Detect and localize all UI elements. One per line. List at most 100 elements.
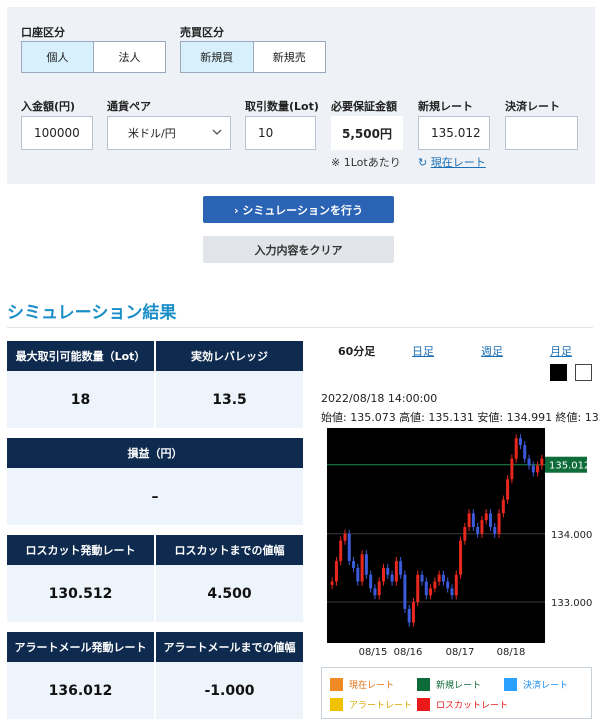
deposit-input[interactable]: 100000 (21, 116, 93, 150)
candle-body (454, 574, 458, 596)
candle-body (493, 526, 497, 534)
candle-body (339, 540, 343, 562)
pnl-header: 損益（円） (7, 438, 303, 468)
alert-rate-header: アラートメール発動レート (7, 632, 154, 662)
account-type-label: 口座区分 (21, 26, 65, 39)
settle-rate-input[interactable] (505, 116, 578, 150)
chart-timestamp: 2022/08/18 14:00:00 (321, 392, 438, 405)
candle-body (489, 513, 492, 527)
candle-body (480, 520, 484, 534)
x-tick-label: 08/18 (497, 647, 526, 658)
new-rate-input[interactable]: 135.012 (418, 116, 490, 150)
tab-monthly[interactable]: 月足 (550, 343, 572, 359)
account-corporate-option[interactable]: 法人 (93, 42, 165, 72)
candle-body (531, 465, 535, 473)
x-tick-label: 08/15 (359, 647, 388, 658)
max-lot-header: 最大取引可能数量（Lot） (7, 341, 154, 371)
lot-quantity-input[interactable]: 10 (245, 116, 316, 150)
currency-pair-value: 米ドル/円 (128, 127, 176, 140)
legend-swatch (417, 698, 430, 711)
candle-body (360, 554, 364, 582)
trade-new-buy-option[interactable]: 新規買 (181, 42, 253, 72)
required-margin-label: 必要保証金額 (331, 100, 397, 113)
candle-body (407, 608, 411, 623)
candle-body (518, 438, 522, 446)
legend-new-rate: 新規レート (417, 678, 481, 691)
candle-body (377, 581, 381, 596)
candle-body (467, 513, 471, 527)
candle-body (356, 567, 360, 582)
y-tick-label: 134.000 (551, 530, 592, 541)
legend-swatch (330, 698, 343, 711)
chart-legend: 現在レート 新規レート 決済レート アラートレート ロスカットレート (321, 667, 592, 719)
candle-body (403, 574, 407, 609)
chart-ohlc: 始値: 135.073 高値: 135.131 安値: 134.991 終値: … (321, 411, 600, 424)
x-tick-label: 08/17 (446, 647, 475, 658)
candle-body (433, 581, 437, 589)
trade-type-toggle: 新規買 新規売 (180, 41, 326, 73)
tab-weekly[interactable]: 週足 (481, 343, 503, 359)
alert-width-header: アラートメールまでの値幅 (156, 632, 303, 662)
candle-body (523, 445, 527, 459)
legend-current-rate: 現在レート (330, 678, 394, 691)
legend-losscut-rate: ロスカットレート (417, 698, 508, 711)
legend-alert-rate: アラートレート (330, 698, 412, 711)
currency-pair-select[interactable]: 米ドル/円 (107, 116, 231, 150)
alert-width-value: -1.000 (156, 662, 303, 719)
tab-60min[interactable]: 60分足 (338, 343, 375, 359)
required-margin-value: 5,500円 (331, 116, 403, 150)
candle-body (540, 458, 544, 466)
pnl-value: – (7, 468, 303, 525)
results-title: シミュレーション結果 (7, 303, 177, 323)
candle-body (510, 458, 514, 480)
candle-body (352, 561, 356, 568)
trade-new-sell-option[interactable]: 新規売 (252, 42, 326, 72)
losscut-width-header: ロスカットまでの値幅 (156, 535, 303, 565)
chevron-down-icon (212, 127, 222, 140)
input-panel (7, 7, 595, 184)
current-rate-label: 135.012 (549, 461, 590, 472)
candle-body (390, 574, 394, 582)
candle-body (334, 561, 338, 582)
candle-body (382, 567, 385, 582)
candle-body (420, 574, 424, 582)
candle-body (506, 479, 510, 500)
deposit-label: 入金額(円) (21, 100, 76, 113)
candle-body (330, 581, 334, 585)
account-individual-option[interactable]: 個人 (22, 42, 93, 72)
simulate-button[interactable]: › シミュレーションを行う (203, 196, 394, 223)
candle-body (411, 602, 415, 623)
candle-body (343, 533, 347, 541)
trade-type-label: 売買区分 (180, 26, 224, 39)
clear-button[interactable]: 入力内容をクリア (203, 236, 394, 263)
light-theme-button[interactable] (575, 364, 592, 381)
alert-rate-value: 136.012 (7, 662, 154, 719)
tab-daily[interactable]: 日足 (412, 343, 434, 359)
candle-body (429, 588, 433, 596)
legend-settle-rate: 決済レート (504, 678, 568, 691)
candle-body (441, 574, 445, 582)
candle-body (373, 588, 377, 596)
legend-swatch (330, 678, 343, 691)
candle-body (501, 499, 505, 514)
candle-body (514, 438, 518, 459)
candle-body (399, 561, 403, 575)
candle-body (471, 513, 475, 527)
dark-theme-button[interactable] (550, 364, 567, 381)
candle-body (459, 540, 463, 575)
legend-swatch (504, 678, 517, 691)
candle-body (536, 465, 540, 473)
settle-rate-label: 決済レート (505, 100, 560, 113)
per-lot-note: ※ 1Lotあたり (331, 156, 401, 169)
y-tick-label: 133.000 (551, 598, 592, 609)
candle-body (416, 574, 420, 603)
current-rate-link[interactable]: ↻ 現在レート (418, 154, 486, 170)
losscut-width-value: 4.500 (156, 565, 303, 622)
candle-body (527, 458, 531, 466)
candle-body (463, 526, 467, 541)
candle-body (347, 533, 351, 562)
currency-pair-label: 通貨ペア (107, 100, 151, 113)
leverage-header: 実効レバレッジ (156, 341, 303, 371)
candle-body (386, 567, 390, 575)
candle-body (476, 526, 480, 534)
